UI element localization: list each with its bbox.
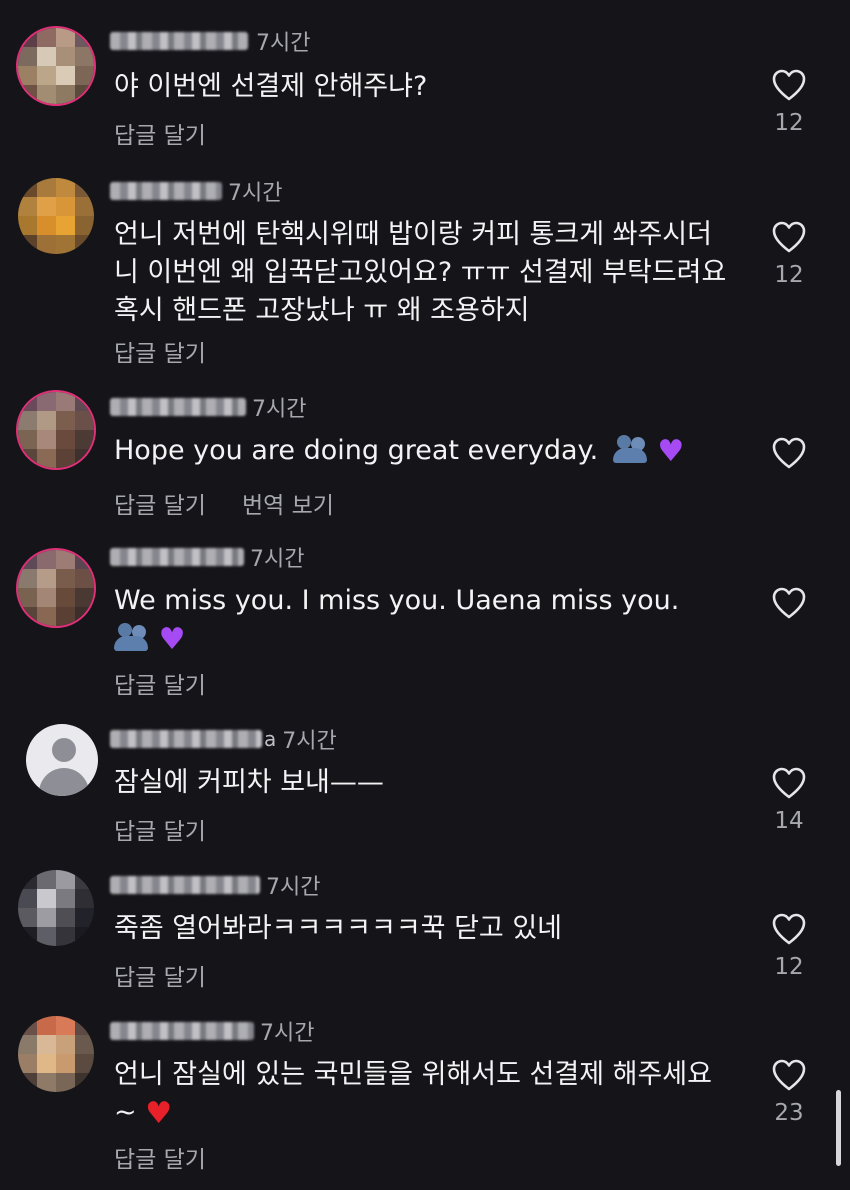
avatar[interactable]: [18, 870, 94, 946]
comment-time: 7시간: [228, 181, 283, 206]
comment-text: 언니 저번에 탄핵시위때 밥이랑 커피 통크게 쏴주시더니 이번엔 왜 입꾹닫고…: [114, 219, 727, 326]
heart-outline-icon: [772, 69, 806, 101]
comment-text-body: 언니 잠실에 있는 국민들을 위해서도 선결제 해주세요~: [114, 1059, 712, 1128]
reply-button[interactable]: 답글 달기: [114, 958, 206, 992]
reply-button[interactable]: 답글 달기: [114, 1140, 206, 1174]
comment-text: 죽좀 열어봐라ㅋㅋㅋㅋㅋㅋ꾹 닫고 있네: [114, 913, 563, 944]
comment-time: 7시간: [252, 397, 307, 422]
busts-in-silhouette-emoji: [612, 433, 649, 463]
like-button[interactable]: 12: [768, 912, 810, 980]
username-blurred[interactable]: [110, 876, 260, 894]
comment-meta: 7시간: [110, 392, 306, 422]
comment-time: 7시간: [282, 729, 337, 754]
heart-outline-icon: [772, 1059, 806, 1091]
like-button[interactable]: 12: [768, 68, 810, 136]
reply-button[interactable]: 답글 달기: [114, 812, 206, 846]
username-blurred[interactable]: [110, 548, 244, 566]
avatar[interactable]: [18, 1016, 94, 1092]
like-button[interactable]: 12: [768, 220, 810, 288]
purple-heart-emoji: ♥: [158, 622, 186, 657]
red-heart-emoji: ♥: [145, 1096, 173, 1131]
heart-outline-icon: [772, 587, 806, 619]
heart-outline-icon: [772, 221, 806, 253]
username-blurred[interactable]: [110, 730, 262, 748]
avatar[interactable]: [18, 550, 94, 626]
heart-outline-icon: [772, 913, 806, 945]
reply-button[interactable]: 답글 달기: [114, 116, 206, 150]
like-count: 12: [774, 954, 804, 980]
comment-meta: 7시간: [110, 176, 282, 206]
comment-time: 7시간: [250, 547, 305, 572]
comment-time: 7시간: [260, 1021, 315, 1046]
reply-button[interactable]: 답글 달기: [114, 486, 206, 520]
avatar[interactable]: [18, 28, 94, 104]
comment-text-body: We miss you. I miss you. Uaena miss you.: [114, 585, 680, 616]
username-blurred[interactable]: [110, 32, 248, 50]
like-count: 23: [774, 1100, 804, 1126]
comment-time: 7시간: [266, 875, 321, 900]
comment-text: 잠실에 커피차 보내——: [114, 767, 384, 798]
username-blurred[interactable]: [110, 182, 222, 200]
default-avatar[interactable]: [26, 724, 98, 796]
comment-meta: 7시간: [110, 870, 320, 900]
comment-text: We miss you. I miss you. Uaena miss you.…: [114, 582, 734, 659]
like-button[interactable]: [768, 586, 810, 620]
comment-time: 7시간: [256, 31, 311, 56]
like-count: 12: [774, 262, 804, 288]
avatar[interactable]: [18, 178, 94, 254]
reply-button[interactable]: 답글 달기: [114, 334, 206, 368]
translate-button[interactable]: 번역 보기: [242, 486, 334, 520]
busts-in-silhouette-emoji: [114, 621, 150, 651]
purple-heart-emoji: ♥: [657, 434, 685, 469]
like-count: 12: [774, 110, 804, 136]
heart-outline-icon: [772, 767, 806, 799]
heart-outline-icon: [772, 437, 806, 469]
comment-meta: 7시간: [110, 26, 310, 56]
username-tail: a: [264, 727, 277, 751]
scrollbar[interactable]: [836, 1090, 841, 1166]
avatar[interactable]: [18, 392, 94, 468]
like-button[interactable]: 14: [768, 766, 810, 834]
comment-meta: a 7시간: [110, 724, 337, 754]
reply-button[interactable]: 답글 달기: [114, 666, 206, 700]
comment-text: 언니 잠실에 있는 국민들을 위해서도 선결제 해주세요~ ♥: [114, 1056, 734, 1133]
comment-meta: 7시간: [110, 542, 304, 572]
like-count: 14: [774, 808, 804, 834]
like-button[interactable]: 23: [768, 1058, 810, 1126]
comment-text: 야 이번엔 선결제 안해주냐?: [114, 71, 428, 102]
comment-meta: 7시간: [110, 1016, 314, 1046]
person-icon: [52, 738, 76, 762]
like-button[interactable]: [768, 436, 810, 470]
username-blurred[interactable]: [110, 398, 246, 416]
comment-text: Hope you are doing great everyday. ♥: [114, 432, 734, 471]
username-blurred[interactable]: [110, 1022, 254, 1040]
comment-text-body: Hope you are doing great everyday.: [114, 435, 599, 466]
